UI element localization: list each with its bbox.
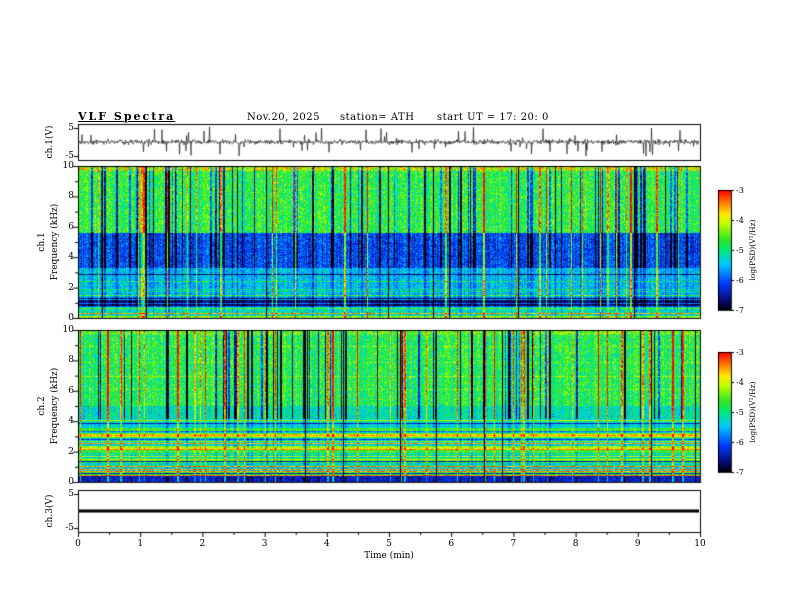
x-tick-label: 10 (694, 539, 706, 549)
wave3-y-tick-label: -5 (65, 523, 74, 533)
spec1-y-tick-label: 4 (68, 252, 74, 263)
spec1-y-tick-label: 10 (62, 161, 74, 171)
ch1-waveform-canvas (79, 125, 699, 159)
start-ut-label: start UT = 17: 20: 0 (437, 112, 549, 123)
spec1-y-tick-label: 6 (68, 221, 74, 232)
ch1-spectrogram-canvas (78, 166, 700, 318)
x-tick-label: 6 (448, 539, 455, 549)
colorbar-tick-label: -4 (736, 378, 744, 387)
x-tick-label: 0 (75, 539, 81, 549)
colorbar-tick-label: -5 (736, 246, 744, 255)
spec2-y-tick-label: 4 (68, 416, 74, 427)
colorbar-ch1 (718, 190, 731, 310)
vlf-spectra-figure: VLF Spectra Nov.20, 2025 station= ATH st… (0, 0, 792, 612)
ch3-wave-ylabel: ch.3(V) (45, 494, 55, 528)
x-axis-title: Time (min) (364, 551, 414, 561)
colorbar-tick-label: -3 (736, 186, 744, 195)
wave1-y-tick-label: -5 (65, 151, 74, 161)
ch3-waveform-canvas (79, 491, 699, 531)
x-tick-label: 9 (634, 539, 641, 549)
spec2-y-tick-label: 8 (68, 355, 74, 366)
colorbar-ch2 (718, 352, 731, 472)
colorbar-tick-label: -5 (736, 408, 744, 417)
x-tick-label: 5 (386, 539, 392, 549)
spec1-y-tick-label: 8 (68, 191, 74, 202)
spec1-y-tick-label: 0 (68, 313, 74, 323)
wave3-y-tick-label: 5 (68, 489, 74, 499)
x-tick-label: 2 (199, 539, 206, 549)
x-tick-label: 1 (137, 539, 144, 549)
colorbar-tick-label: -7 (736, 468, 744, 477)
x-tick-label: 8 (572, 539, 579, 549)
colorbar-tick-label: -6 (736, 276, 744, 285)
colorbar-tick-label: -3 (736, 348, 744, 357)
colorbar-tick-label: -7 (736, 306, 744, 315)
spec2-y-tick-label: 0 (68, 477, 74, 487)
ch2-spectrogram-canvas (78, 330, 700, 482)
x-tick-label: 4 (323, 539, 330, 549)
spec2-y-tick-label: 6 (68, 385, 74, 396)
date-label: Nov.20, 2025 (247, 112, 320, 123)
colorbar-tick-label: -6 (736, 438, 744, 447)
plot-title: VLF Spectra (78, 110, 176, 123)
x-tick-label: 7 (510, 539, 517, 549)
wave1-y-tick-label: 5 (68, 123, 74, 133)
spec1-y-tick-label: 2 (68, 282, 74, 293)
x-tick-label: 3 (261, 539, 268, 549)
station-label: station= ATH (340, 112, 415, 123)
spec2-y-tick-label: 2 (68, 446, 74, 457)
spec2-y-tick-label: 10 (62, 325, 74, 335)
colorbar-tick-label: -4 (736, 216, 744, 225)
